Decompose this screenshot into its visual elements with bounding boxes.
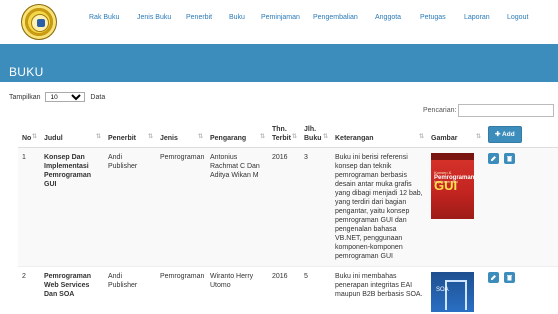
table-row: 2 Pemrograman Web Services Dan SOA Andi …: [18, 266, 558, 314]
col-header-jumlah[interactable]: Jlh. Buku ⇅: [300, 122, 331, 148]
edit-icon: [491, 156, 496, 161]
cover-big-title: GUI: [434, 178, 458, 193]
nav-anggota[interactable]: Anggota: [375, 14, 401, 21]
nav-petugas[interactable]: Petugas: [420, 14, 446, 21]
nav-logout[interactable]: Logout: [507, 14, 528, 21]
cell-pengarang: Antonius Rachmat C Dan Aditya Wikan M: [206, 147, 268, 267]
search-label: Pencarian:: [423, 107, 457, 114]
page-length-select[interactable]: 10: [45, 92, 86, 102]
cell-tahun: 2016: [268, 266, 300, 314]
books-table: No ⇅ Judul ⇅ Penerbit ⇅ Jenis ⇅ Pengarang ⇅ T…: [18, 122, 558, 314]
cell-no: 2: [18, 266, 40, 314]
col-header-no[interactable]: No ⇅: [18, 122, 40, 148]
cell-keterangan: Buku ini membahas penerapan integritas E…: [331, 266, 427, 314]
cell-actions: [484, 266, 558, 314]
col-header-keterangan[interactable]: Keterangan ⇅: [331, 122, 427, 148]
nav-jenis-buku[interactable]: Jenis Buku: [137, 14, 171, 21]
cell-gambar: SOA: [427, 266, 484, 314]
add-button-label: Add: [502, 131, 515, 138]
nav-laporan[interactable]: Laporan: [464, 14, 490, 21]
cell-penerbit: Andi Publisher: [104, 266, 156, 314]
cell-gambar: Konsep & Implementasi Pemrograman GUI: [427, 147, 484, 267]
cell-penerbit: Andi Publisher: [104, 147, 156, 267]
col-header-tahun[interactable]: Thn. Terbit ⇅: [268, 122, 300, 148]
edit-button[interactable]: [488, 272, 499, 283]
cell-no: 1: [18, 147, 40, 267]
trash-icon: [506, 156, 512, 162]
plus-icon: ✚: [495, 131, 501, 138]
cell-tahun: 2016: [268, 147, 300, 267]
cell-pengarang: Wiranto Herry Utomo: [206, 266, 268, 314]
nav-pengembalian[interactable]: Pengembalian: [313, 14, 358, 21]
page-header: BUKU: [0, 44, 558, 82]
search-input[interactable]: [458, 104, 554, 117]
col-header-jenis[interactable]: Jenis ⇅: [156, 122, 206, 148]
book-cover-image: Konsep & Implementasi Pemrograman GUI: [431, 153, 474, 219]
cell-jenis: Pemrograman: [156, 147, 206, 267]
show-label: Tampilkan: [9, 94, 41, 101]
cell-jumlah: 3: [300, 147, 331, 267]
delete-button[interactable]: [503, 153, 515, 164]
cell-judul: Pemrograman Web Services Dan SOA: [40, 266, 104, 314]
trash-icon: [506, 275, 512, 281]
top-navbar: Rak Buku Jenis Buku Penerbit Buku Peminj…: [0, 0, 558, 44]
nav-penerbit[interactable]: Penerbit: [186, 14, 212, 21]
col-header-judul[interactable]: Judul ⇅: [40, 122, 104, 148]
add-button[interactable]: ✚ Add: [488, 126, 522, 143]
cell-judul: Konsep Dan Implementasi Pemrograman GUI: [40, 147, 104, 267]
col-header-actions: ✚ Add: [484, 122, 558, 148]
col-header-gambar[interactable]: Gambar ⇅: [427, 122, 484, 148]
delete-button[interactable]: [503, 272, 515, 283]
cell-jenis: Pemrograman: [156, 266, 206, 314]
nav-rak-buku[interactable]: Rak Buku: [89, 14, 119, 21]
page-title: BUKU: [9, 65, 44, 79]
cell-keterangan: Buku ini berisi referensi konsep dan tek…: [331, 147, 427, 267]
table-row: 1 Konsep Dan Implementasi Pemrograman GU…: [18, 147, 558, 267]
cell-jumlah: 5: [300, 266, 331, 314]
cover-title: SOA: [436, 287, 449, 293]
logo-emblem: [21, 4, 57, 40]
col-header-pengarang[interactable]: Pengarang ⇅: [206, 122, 268, 148]
table-header-row: No ⇅ Judul ⇅ Penerbit ⇅ Jenis ⇅ Pengarang ⇅ T…: [18, 122, 558, 148]
edit-button[interactable]: [488, 153, 499, 164]
col-header-penerbit[interactable]: Penerbit ⇅: [104, 122, 156, 148]
page-length-control: Tampilkan 10 Data: [9, 92, 105, 102]
cell-actions: [484, 147, 558, 267]
nav-peminjaman[interactable]: Peminjaman: [261, 14, 300, 21]
book-cover-image: SOA: [431, 272, 474, 312]
edit-icon: [491, 275, 496, 280]
nav-buku[interactable]: Buku: [229, 14, 245, 21]
data-label: Data: [90, 94, 106, 101]
